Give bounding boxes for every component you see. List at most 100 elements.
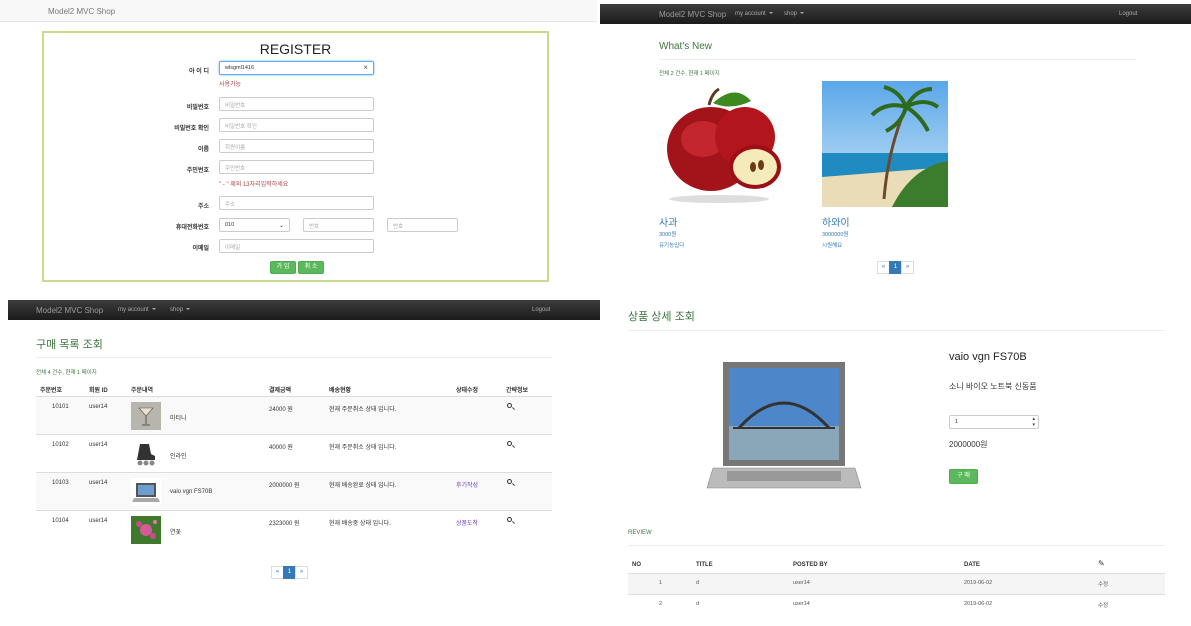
review-edit-link[interactable]: 수정	[1098, 601, 1108, 609]
email-field[interactable]: 이메일	[219, 239, 374, 253]
user-id: user14	[89, 442, 108, 448]
search-icon[interactable]	[507, 479, 512, 484]
item-name[interactable]: 연꽃	[170, 527, 181, 536]
brand-link[interactable]: Model2 MVC Shop	[659, 10, 726, 19]
ssn-label: 주민번호	[186, 168, 209, 174]
caret-icon	[186, 308, 191, 311]
navbar: Model2 MVC Shop	[0, 0, 597, 22]
cancel-button[interactable]: 취 소	[298, 261, 324, 274]
amount: 2323000 원	[269, 521, 300, 527]
result-count: 전체 2 건수, 현재 1 페이지	[659, 71, 720, 77]
logout-link[interactable]: Logout	[1119, 11, 1137, 17]
phone-prefix-select[interactable]: 010 ⌄	[219, 218, 290, 232]
col-no: NO	[632, 562, 641, 568]
nav-shop[interactable]: shop	[170, 307, 191, 313]
laptop-thumbnail[interactable]	[131, 478, 161, 506]
review-date: 2019-06-02	[964, 601, 993, 607]
nav-label: shop	[170, 307, 184, 313]
name-label: 이름	[197, 147, 209, 153]
order-list-panel: Model2 MVC Shop my account shop Logout 구…	[8, 300, 600, 626]
col-amount: 결제금액	[269, 388, 292, 394]
brand-link[interactable]: Model2 MVC Shop	[48, 7, 115, 16]
product-detail-panel: 상품 상세 조회 vaio vgn FS70B 소니 바이오 노트북 신동품 1…	[603, 300, 1191, 626]
laptop-image	[703, 356, 865, 498]
divider	[36, 357, 552, 358]
item-name[interactable]: 인라인	[170, 451, 187, 460]
beach-image[interactable]	[822, 81, 948, 207]
product-price: 3000000원	[822, 232, 849, 238]
divider	[628, 330, 1165, 331]
review-title[interactable]: d	[696, 580, 699, 586]
review-edit-link[interactable]: 수정	[1098, 580, 1108, 588]
item-name[interactable]: vaio vgn FS70B	[170, 489, 212, 495]
pw-label: 비밀번호	[186, 105, 209, 111]
col-date: DATE	[964, 562, 980, 568]
navbar: Model2 MVC Shop my account shop Logout	[8, 300, 600, 320]
order-no: 10103	[52, 480, 69, 486]
brand-link[interactable]: Model2 MVC Shop	[36, 306, 103, 315]
amount: 24000 원	[269, 407, 293, 413]
search-icon[interactable]	[507, 517, 512, 522]
phone-middle-field[interactable]: 번호	[303, 218, 374, 232]
quantity-stepper[interactable]: 1 ▴ ▾	[949, 415, 1039, 429]
product-desc: 시원해요	[822, 243, 843, 249]
col-edit-status: 상태수정	[456, 388, 479, 394]
item-name[interactable]: 마티니	[170, 413, 187, 422]
id-hint: 사용가능	[219, 82, 242, 88]
table-row: 10104 user14 연꽃 2323000 원 현재 배송중 상태 입니다.…	[36, 510, 552, 548]
pencil-icon[interactable]: ✎	[1098, 559, 1105, 568]
lotus-thumbnail[interactable]	[131, 516, 161, 544]
product-name[interactable]: 사과	[659, 214, 677, 229]
id-value: wlsgml1416	[225, 65, 255, 71]
status-action-link[interactable]: 상품도착	[456, 518, 478, 527]
buy-button[interactable]: 구 매	[949, 469, 978, 484]
next-page-button[interactable]: »	[295, 566, 308, 579]
inline-skate-thumbnail[interactable]	[131, 440, 161, 468]
search-icon[interactable]	[507, 441, 512, 446]
next-page-button[interactable]: »	[901, 261, 914, 274]
divider	[628, 545, 1165, 546]
quantity-value: 1	[955, 419, 959, 425]
password-field[interactable]: 비밀번호	[219, 97, 374, 111]
page-title: What's New	[659, 41, 713, 52]
review-title: REVIEW	[628, 530, 652, 536]
search-icon[interactable]	[507, 403, 512, 408]
review-row: 1 d user14 2019-06-02 수정	[628, 573, 1165, 594]
nav-label: shop	[784, 11, 798, 17]
status-action-link[interactable]: 후기작성	[456, 480, 478, 489]
address-field[interactable]: 주소	[219, 196, 374, 210]
phone-last-field[interactable]: 번호	[387, 218, 458, 232]
review-no: 2	[659, 601, 663, 607]
user-id: user14	[89, 404, 108, 410]
col-order-no: 주문번호	[40, 388, 63, 394]
nav-my-account[interactable]: my account	[118, 307, 156, 313]
delivery-status: 현재 배송완료 상태 입니다.	[329, 483, 397, 489]
review-author: user14	[793, 601, 810, 607]
caret-icon	[151, 308, 156, 311]
email-label: 이메일	[192, 246, 209, 252]
martini-thumbnail[interactable]	[131, 402, 161, 430]
user-id: user14	[89, 518, 108, 524]
product-price: 2000000원	[949, 440, 988, 449]
name-field[interactable]: 회원이름	[219, 139, 374, 153]
review-title[interactable]: d	[696, 601, 699, 607]
product-name[interactable]: 하와이	[822, 214, 850, 229]
address-label: 주소	[197, 204, 209, 210]
logout-link[interactable]: Logout	[532, 307, 550, 313]
clear-icon[interactable]: ×	[363, 63, 368, 72]
phone-label: 휴대전화번호	[175, 225, 209, 231]
nav-my-account[interactable]: my account	[735, 11, 773, 17]
join-button[interactable]: 가 입	[270, 261, 296, 274]
stepper-arrows-icon[interactable]: ▴ ▾	[1032, 416, 1035, 428]
nav-label: my account	[735, 11, 766, 17]
pagination: « 1 »	[271, 566, 308, 579]
apple-image[interactable]	[659, 81, 785, 207]
col-order-item: 주문내역	[131, 388, 154, 394]
password-confirm-field[interactable]: 비밀번호 확인	[219, 118, 374, 132]
product-name: vaio vgn FS70B	[949, 351, 1027, 363]
review-row: 2 d user14 2019-06-02 수정	[628, 594, 1165, 615]
nav-shop[interactable]: shop	[784, 11, 805, 17]
ssn-field[interactable]: 주민번호	[219, 160, 374, 174]
register-form: REGISTER 아 이 디 wlsgml1416 × 사용가능 비밀번호 비밀…	[42, 31, 549, 282]
id-field[interactable]: wlsgml1416 ×	[219, 61, 374, 75]
